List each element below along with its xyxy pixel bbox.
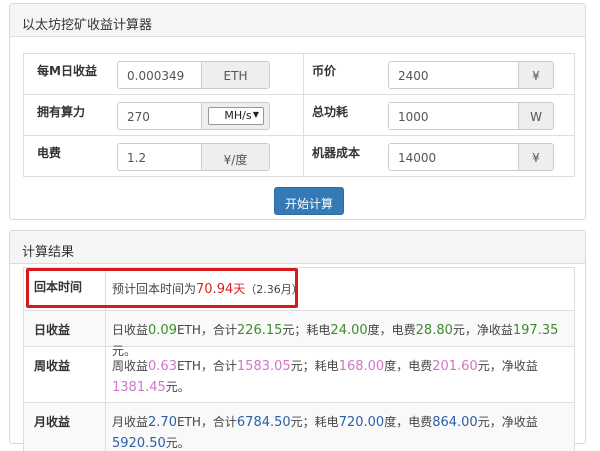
electricity-price-input[interactable]: 1.2: [118, 144, 201, 170]
weekly-label: 周收益: [24, 347, 106, 402]
summary-text-part: 元；耗电: [290, 359, 339, 373]
monthly-row: 月收益 月收益2.70ETH，合计6784.50元；耗电720.00度，电费86…: [24, 403, 574, 451]
hashrate-input[interactable]: 270: [118, 103, 201, 129]
summary-text-part: 0.09: [148, 323, 177, 338]
summary-text-part: 1381.45: [112, 380, 166, 395]
weekly-row: 周收益 周收益0.63ETH，合计1583.05元；耗电168.00度，电费20…: [24, 347, 574, 403]
hashrate-unit-select[interactable]: MH/s ▼: [208, 107, 264, 125]
weekly-summary: 周收益0.63ETH，合计1583.05元；耗电168.00度，电费201.60…: [106, 347, 574, 402]
summary-text-part: ETH，合计: [176, 323, 237, 337]
daily-row: 日收益 日收益0.09ETH，合计226.15元；耗电24.00度，电费28.8…: [24, 311, 574, 358]
yuan-unit-addon: ¥: [518, 62, 553, 88]
result-panel: 计算结果 回本时间 预计回本时间为70.94天（2.36月） 日收益 日收益0.…: [9, 230, 586, 451]
machine-cost-input[interactable]: 14000: [389, 144, 518, 170]
summary-text-part: 度，电费: [367, 323, 416, 337]
input-row: 每M日收益 0.000349 ETH 币价 2400 ¥: [23, 54, 575, 95]
summary-text-part: 元，净收益: [477, 359, 538, 373]
summary-text-part: 周收益: [112, 359, 149, 373]
machine-cost-label: 机器成本: [312, 146, 361, 160]
start-calculation-button[interactable]: 开始计算: [274, 187, 344, 215]
coin-price-label: 币价: [312, 64, 337, 78]
total-power-group: 1000 W: [388, 102, 554, 130]
summary-text-part: 日收益: [112, 323, 149, 337]
electricity-price-group: 1.2 ¥/度: [117, 143, 270, 171]
summary-text-part: 元；耗电: [290, 415, 339, 429]
summary-text-part: 2.70: [148, 415, 177, 430]
payback-highlight-box: [26, 268, 298, 308]
summary-text-part: 元，净收益: [477, 415, 538, 429]
monthly-label: 月收益: [24, 403, 106, 451]
summary-text-part: 6784.50: [236, 415, 291, 430]
daily-revenue-per-mh-group: 0.000349 ETH: [117, 61, 270, 89]
summary-text-part: 24.00: [330, 323, 368, 338]
summary-text-part: 元；耗电: [282, 323, 331, 337]
summary-text-part: 197.35: [512, 323, 559, 338]
summary-text-part: 1583.05: [236, 359, 291, 374]
summary-text-part: ETH，合计: [176, 415, 237, 429]
summary-text-part: 168.00: [338, 359, 385, 374]
summary-text-part: 元。: [165, 380, 190, 394]
summary-text-part: 元。: [165, 436, 190, 450]
summary-text-part: 201.60: [432, 359, 478, 374]
yuan-per-kwh-addon: ¥/度: [201, 144, 269, 170]
calculator-title: 以太坊挖矿收益计算器: [10, 4, 585, 37]
monthly-summary: 月收益2.70ETH，合计6784.50元；耗电720.00度，电费864.00…: [106, 403, 574, 451]
summary-text-part: 0.63: [148, 359, 177, 374]
hashrate-label: 拥有算力: [23, 95, 109, 135]
total-power-label: 总功耗: [312, 105, 349, 119]
summary-text-part: 28.80: [415, 323, 453, 338]
input-row: 电费 1.2 ¥/度 机器成本 14000 ¥: [23, 136, 575, 177]
coin-price-group: 2400 ¥: [388, 61, 554, 89]
daily-summary: 日收益0.09ETH，合计226.15元；耗电24.00度，电费28.80元，净…: [106, 311, 574, 358]
hashrate-group: 270 MH/s ▼: [117, 102, 270, 130]
summary-text-part: ETH，合计: [176, 359, 237, 373]
calculator-panel: 以太坊挖矿收益计算器 每M日收益 0.000349 ETH 币价 2400 ¥ …: [9, 3, 586, 220]
summary-text-part: 度，电费: [384, 415, 433, 429]
input-row: 拥有算力 270 MH/s ▼ 总功耗 1000 W: [23, 95, 575, 136]
summary-text-part: 月收益: [112, 415, 149, 429]
summary-text-part: 720.00: [338, 415, 385, 430]
summary-text-part: MH/s: [224, 109, 252, 122]
result-title: 计算结果: [10, 231, 585, 264]
daily-label: 日收益: [24, 311, 106, 346]
daily-revenue-per-mh-label: 每M日收益: [23, 54, 109, 94]
total-power-input[interactable]: 1000: [389, 103, 518, 129]
summary-text-part: 864.00: [432, 415, 478, 430]
summary-text-part: 226.15: [236, 323, 283, 338]
machine-cost-group: 14000 ¥: [388, 143, 554, 171]
watt-unit-addon: W: [518, 103, 553, 129]
electricity-price-label: 电费: [23, 136, 109, 176]
input-table: 每M日收益 0.000349 ETH 币价 2400 ¥ 拥有算力 270 MH…: [23, 53, 575, 177]
coin-price-input[interactable]: 2400: [389, 62, 518, 88]
chevron-down-icon: ▼: [252, 110, 259, 119]
summary-text-part: 元，净收益: [452, 323, 513, 337]
summary-text-part: 度，电费: [384, 359, 433, 373]
daily-revenue-per-mh-input[interactable]: 0.000349: [118, 62, 201, 88]
eth-unit-addon: ETH: [201, 62, 269, 88]
yuan-unit-addon: ¥: [518, 144, 553, 170]
summary-text-part: 5920.50: [112, 436, 166, 451]
